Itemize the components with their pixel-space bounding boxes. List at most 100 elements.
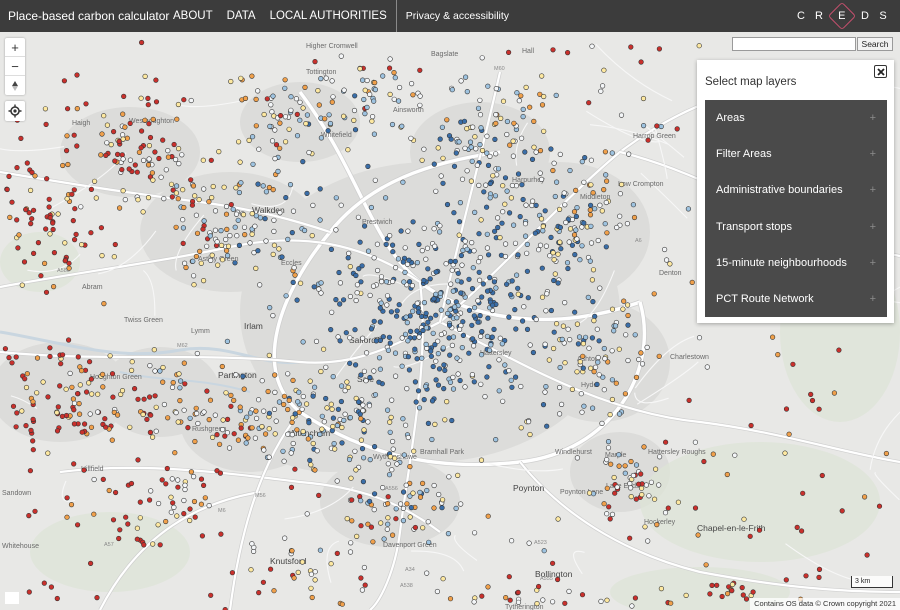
carbon-point[interactable]	[235, 437, 241, 443]
carbon-point[interactable]	[537, 147, 544, 154]
carbon-point[interactable]	[153, 77, 159, 83]
carbon-point[interactable]	[512, 307, 518, 313]
carbon-point[interactable]	[63, 412, 70, 419]
carbon-point[interactable]	[308, 462, 314, 468]
carbon-point[interactable]	[544, 291, 550, 297]
carbon-point[interactable]	[449, 417, 455, 424]
carbon-point[interactable]	[654, 522, 660, 528]
map-corner-control[interactable]	[5, 592, 19, 604]
carbon-point[interactable]	[206, 503, 212, 509]
carbon-point[interactable]	[543, 308, 549, 314]
carbon-point[interactable]	[433, 358, 439, 364]
carbon-point[interactable]	[50, 220, 56, 226]
carbon-point[interactable]	[208, 157, 214, 163]
carbon-point[interactable]	[419, 355, 425, 361]
carbon-point[interactable]	[579, 409, 585, 415]
carbon-point[interactable]	[146, 156, 152, 162]
carbon-point[interactable]	[328, 401, 334, 407]
carbon-point[interactable]	[553, 179, 560, 185]
carbon-point[interactable]	[709, 582, 715, 589]
layer-item-areas[interactable]: Areas +	[705, 100, 887, 136]
carbon-point[interactable]	[485, 513, 491, 519]
carbon-point[interactable]	[488, 342, 494, 348]
carbon-point[interactable]	[587, 202, 594, 208]
carbon-point[interactable]	[310, 440, 316, 447]
carbon-point[interactable]	[318, 280, 324, 286]
carbon-point[interactable]	[574, 321, 581, 327]
carbon-point[interactable]	[440, 497, 446, 503]
carbon-point[interactable]	[193, 405, 199, 411]
carbon-point[interactable]	[341, 113, 347, 119]
carbon-point[interactable]	[408, 135, 414, 141]
carbon-point[interactable]	[139, 39, 145, 46]
carbon-point[interactable]	[476, 269, 482, 275]
carbon-point[interactable]	[400, 416, 406, 422]
carbon-point[interactable]	[603, 178, 610, 184]
carbon-point[interactable]	[311, 284, 317, 290]
carbon-point[interactable]	[589, 335, 596, 341]
carbon-point[interactable]	[224, 248, 230, 254]
carbon-point[interactable]	[627, 535, 633, 541]
carbon-point[interactable]	[389, 467, 395, 473]
carbon-point[interactable]	[359, 263, 365, 269]
carbon-point[interactable]	[410, 219, 416, 225]
carbon-point[interactable]	[510, 153, 517, 159]
carbon-point[interactable]	[411, 335, 418, 341]
carbon-point[interactable]	[674, 126, 680, 132]
carbon-point[interactable]	[368, 326, 375, 332]
carbon-point[interactable]	[663, 257, 670, 263]
carbon-point[interactable]	[378, 300, 384, 306]
carbon-point[interactable]	[646, 493, 652, 499]
carbon-point[interactable]	[392, 350, 399, 356]
carbon-point[interactable]	[339, 601, 345, 607]
carbon-point[interactable]	[138, 145, 144, 151]
carbon-point[interactable]	[444, 117, 450, 123]
carbon-point[interactable]	[372, 392, 379, 398]
carbon-point[interactable]	[91, 178, 98, 184]
carbon-point[interactable]	[220, 417, 226, 423]
carbon-point[interactable]	[114, 151, 121, 157]
carbon-point[interactable]	[253, 96, 259, 102]
carbon-point[interactable]	[628, 458, 634, 465]
carbon-point[interactable]	[421, 225, 427, 231]
carbon-point[interactable]	[47, 231, 53, 237]
carbon-point[interactable]	[148, 488, 154, 494]
carbon-point[interactable]	[291, 575, 297, 581]
carbon-point[interactable]	[352, 448, 358, 454]
carbon-point[interactable]	[572, 252, 578, 258]
carbon-point[interactable]	[141, 542, 147, 548]
carbon-point[interactable]	[99, 253, 105, 259]
carbon-point[interactable]	[219, 242, 225, 248]
carbon-point[interactable]	[624, 221, 631, 227]
carbon-point[interactable]	[152, 368, 158, 374]
carbon-point[interactable]	[582, 334, 589, 340]
carbon-point[interactable]	[470, 336, 476, 342]
carbon-point[interactable]	[249, 541, 255, 547]
carbon-point[interactable]	[457, 377, 463, 384]
carbon-point[interactable]	[638, 350, 644, 356]
carbon-point[interactable]	[477, 112, 484, 118]
carbon-point[interactable]	[354, 533, 360, 540]
carbon-point[interactable]	[478, 381, 484, 387]
carbon-point[interactable]	[404, 501, 410, 507]
carbon-point[interactable]	[499, 341, 505, 347]
carbon-point[interactable]	[421, 397, 427, 403]
carbon-point[interactable]	[59, 352, 66, 358]
carbon-point[interactable]	[204, 243, 210, 249]
carbon-point[interactable]	[462, 145, 468, 151]
carbon-point[interactable]	[378, 274, 385, 280]
carbon-point[interactable]	[35, 240, 42, 246]
carbon-point[interactable]	[485, 83, 491, 89]
carbon-point[interactable]	[487, 275, 493, 281]
carbon-point[interactable]	[627, 485, 634, 491]
carbon-point[interactable]	[83, 101, 89, 107]
carbon-point[interactable]	[472, 530, 478, 536]
carbon-point[interactable]	[574, 205, 580, 211]
carbon-point[interactable]	[160, 364, 166, 371]
carbon-point[interactable]	[98, 225, 104, 231]
carbon-point[interactable]	[362, 110, 368, 117]
carbon-point[interactable]	[377, 337, 384, 344]
carbon-point[interactable]	[543, 384, 549, 390]
app-title[interactable]: Place-based carbon calculator	[0, 9, 169, 23]
carbon-point[interactable]	[47, 345, 53, 351]
